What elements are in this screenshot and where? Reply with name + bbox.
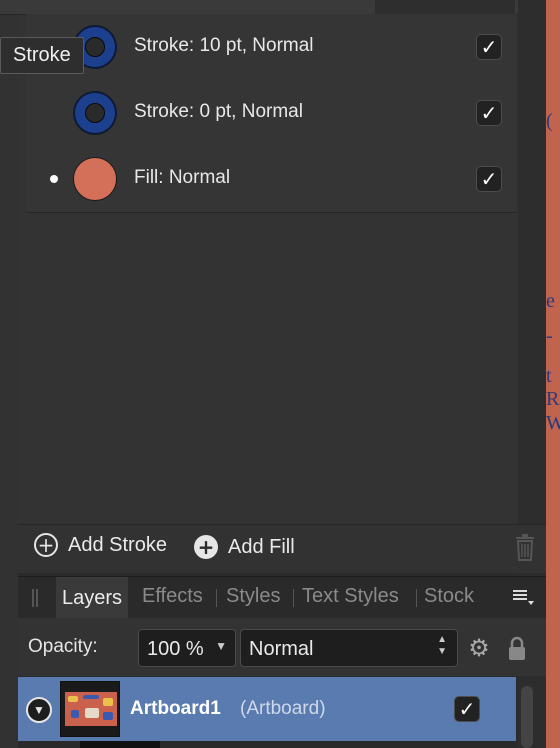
effect-label: Fill: Normal <box>134 167 231 188</box>
expand-triangle-icon[interactable]: ▼ <box>26 697 52 723</box>
stroke-swatch[interactable] <box>73 91 117 135</box>
effect-enabled-checkbox[interactable]: ✓ <box>476 166 502 192</box>
tab-separator <box>293 589 294 607</box>
opacity-dropdown[interactable]: 100 % ▼ <box>138 629 236 667</box>
tab-stock[interactable]: Stock <box>424 585 474 608</box>
panel-top-bar <box>0 0 518 15</box>
fill-swatch[interactable] <box>73 157 117 201</box>
layer-options-bar: Opacity: 100 % ▼ Normal ▲ ▼ ⚙ <box>18 618 546 676</box>
add-fill-label: Add Fill <box>228 535 295 558</box>
left-panel-strip <box>0 0 18 748</box>
panel-tab-bar: Layers Effects Styles Text Styles Stock <box>18 576 546 619</box>
tab-layers[interactable]: Layers <box>56 577 129 619</box>
effect-label: Stroke: 0 pt, Normal <box>134 101 303 122</box>
effect-enabled-checkbox[interactable]: ✓ <box>476 34 502 60</box>
updown-arrows-icon: ▲ ▼ <box>437 634 447 657</box>
plus-circle-filled-icon: + <box>194 535 218 559</box>
effect-row-stroke-10[interactable]: Stroke: 10 pt, Normal ✓ <box>26 14 516 81</box>
blend-mode-select[interactable]: Normal ▲ ▼ <box>240 629 458 667</box>
panel-menu-icon[interactable] <box>513 587 535 607</box>
drag-handle-icon[interactable] <box>32 589 38 607</box>
effect-row-fill[interactable]: Fill: Normal ✓ <box>26 146 516 213</box>
plus-circle-icon: + <box>34 533 58 557</box>
tooltip: Stroke <box>0 37 84 74</box>
tab-separator <box>216 589 217 607</box>
effect-row-stroke-0[interactable]: Stroke: 0 pt, Normal ✓ <box>26 80 516 147</box>
effect-label: Stroke: 10 pt, Normal <box>134 35 314 56</box>
layers-scrollbar[interactable] <box>521 686 533 748</box>
add-stroke-button[interactable]: + Add Stroke <box>34 533 167 557</box>
canvas-edge: ( e - t R W <box>546 0 560 748</box>
opacity-value: 100 % <box>147 638 204 660</box>
tab-styles[interactable]: Styles <box>226 585 280 608</box>
layer-thumbnail <box>60 681 120 737</box>
tab-effects[interactable]: Effects <box>142 585 203 608</box>
trash-icon[interactable] <box>514 533 536 561</box>
layer-name: Artboard1 <box>130 698 221 719</box>
layer-row-artboard[interactable]: ▼ Artboard1 (Artboard) ✓ <box>18 677 516 741</box>
layer-type: (Artboard) <box>240 698 326 719</box>
selected-bullet-icon <box>50 175 58 183</box>
add-stroke-label: Add Stroke <box>68 533 167 556</box>
lock-icon[interactable] <box>507 636 527 662</box>
chevron-down-icon: ▼ <box>215 639 227 653</box>
blend-mode-value: Normal <box>249 638 314 660</box>
opacity-label: Opacity: <box>28 636 98 657</box>
tab-text-styles[interactable]: Text Styles <box>302 585 399 608</box>
add-fill-button[interactable]: + Add Fill <box>194 535 295 559</box>
effect-enabled-checkbox[interactable]: ✓ <box>476 100 502 126</box>
gear-icon[interactable]: ⚙ <box>466 635 492 661</box>
layer-visibility-checkbox[interactable]: ✓ <box>454 696 480 722</box>
add-effect-bar: + Add Stroke + Add Fill <box>18 524 546 573</box>
tab-separator <box>416 589 417 607</box>
top-bar-segment <box>375 0 515 14</box>
next-layer-row <box>18 741 516 748</box>
